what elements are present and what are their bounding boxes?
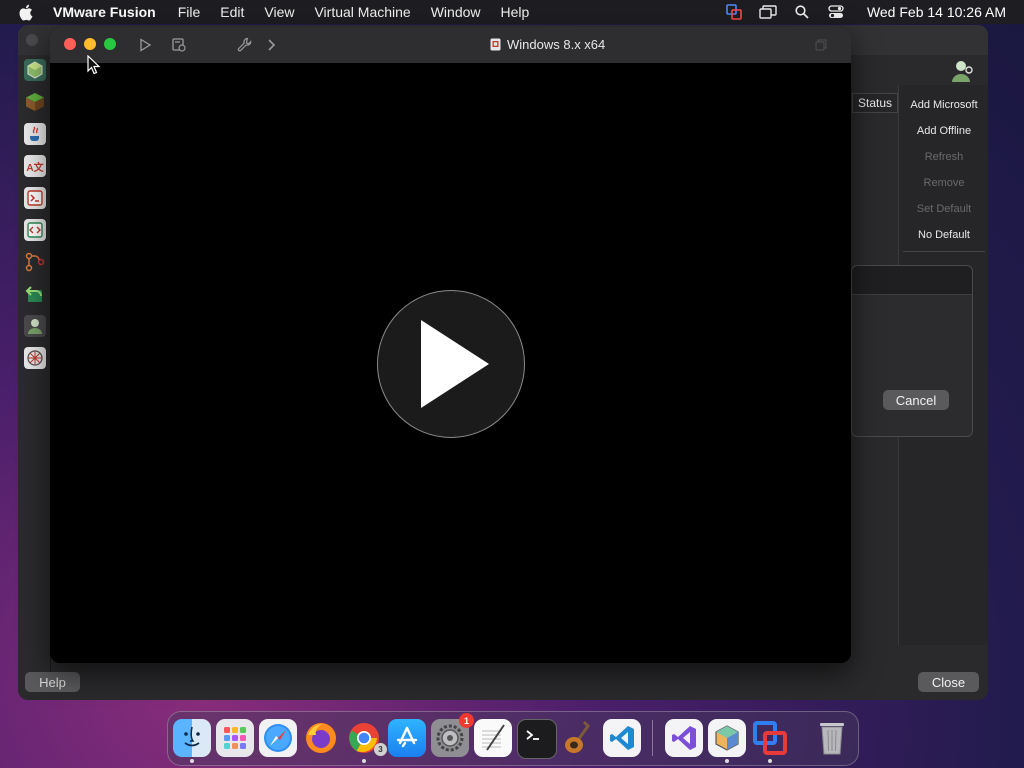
snapshot-icon[interactable]: [170, 36, 188, 54]
settings-wrench-icon[interactable]: [236, 36, 254, 54]
no-default-button[interactable]: No Default: [899, 229, 988, 241]
code-brackets-icon[interactable]: [24, 219, 46, 241]
menu-help[interactable]: Help: [501, 4, 530, 20]
java-icon[interactable]: [24, 123, 46, 145]
vmware-status-icon[interactable]: [725, 4, 743, 20]
undo-arrow-icon[interactable]: [24, 283, 46, 305]
dock-running-indicator: [725, 759, 729, 763]
menu-edit[interactable]: Edit: [220, 4, 244, 20]
cancel-button[interactable]: Cancel: [883, 390, 949, 410]
control-center-icon[interactable]: [827, 4, 845, 20]
dock-trash-icon[interactable]: [813, 719, 851, 757]
dock-finder-icon[interactable]: [173, 719, 211, 757]
vm-window-title: Windows 8.x x64: [490, 37, 605, 52]
user-accounts-icon[interactable]: [24, 315, 46, 337]
vm-console-window: Windows 8.x x64: [50, 27, 851, 663]
dock-firefox-icon[interactable]: [302, 719, 340, 757]
fullscreen-icon[interactable]: [812, 36, 830, 54]
dock-instruments-icon[interactable]: [560, 719, 598, 757]
dock-safari-icon[interactable]: [259, 719, 297, 757]
dock-cube-app-icon[interactable]: [708, 719, 746, 757]
add-offline-button[interactable]: Add Offline: [899, 125, 988, 137]
system-preferences-update-badge: 1: [459, 713, 474, 728]
dock-terminal-icon[interactable]: [517, 719, 557, 759]
screen-mirroring-icon[interactable]: [759, 4, 777, 20]
git-branch-icon[interactable]: [24, 251, 46, 273]
terminal-tool-icon[interactable]: [24, 187, 46, 209]
dock-app-store-icon[interactable]: [388, 719, 426, 757]
vm-window-titlebar: Windows 8.x x64: [50, 27, 851, 63]
help-button[interactable]: Help: [25, 672, 80, 692]
start-vm-icon[interactable]: [136, 36, 154, 54]
window-minimize-button[interactable]: [84, 38, 96, 50]
dialog-header: [852, 266, 972, 295]
menu-virtual-machine[interactable]: Virtual Machine: [314, 4, 410, 20]
close-button[interactable]: Close: [918, 672, 979, 692]
dock: 3 1: [167, 711, 859, 766]
status-header-label: Status: [857, 96, 893, 110]
play-icon: [421, 320, 489, 408]
dock-launchpad-icon[interactable]: [216, 719, 254, 757]
dock-system-preferences-icon[interactable]: 1: [431, 713, 474, 757]
sidebar-tool-icons: A文: [18, 55, 51, 680]
vm-document-icon: [490, 38, 501, 51]
add-microsoft-button[interactable]: Add Microsoft: [899, 99, 988, 111]
window-close-button[interactable]: [64, 38, 76, 50]
power-on-play-button[interactable]: [377, 290, 525, 438]
dock-running-indicator: [190, 759, 194, 763]
remove-button[interactable]: Remove: [899, 177, 988, 189]
dock-separator: [652, 720, 653, 756]
menubar-clock[interactable]: Wed Feb 14 10:26 AM: [867, 4, 1006, 20]
menu-bar: VMware Fusion File Edit View Virtual Mac…: [0, 0, 1024, 24]
spotlight-search-icon[interactable]: [793, 4, 811, 20]
menu-view[interactable]: View: [264, 4, 294, 20]
chrome-window-count-badge: 3: [374, 743, 387, 756]
window-zoom-button[interactable]: [104, 38, 116, 50]
apple-menu-icon[interactable]: [18, 4, 35, 21]
cube-tool-icon[interactable]: [24, 59, 46, 81]
panel-divider: [903, 251, 985, 252]
dock-vmware-fusion-icon[interactable]: [751, 719, 789, 757]
status-column-header[interactable]: Status: [852, 93, 898, 113]
minecraft-block-icon[interactable]: [24, 91, 46, 113]
inactive-close-dot[interactable]: [26, 34, 38, 46]
app-menu-vmware-fusion[interactable]: VMware Fusion: [53, 4, 156, 20]
menu-file[interactable]: File: [178, 4, 201, 20]
refresh-button[interactable]: Refresh: [899, 151, 988, 163]
mouse-pointer-icon: [87, 54, 101, 75]
dock-running-indicator: [768, 759, 772, 763]
user-profile-icon[interactable]: [950, 58, 976, 84]
vm-title-text: Windows 8.x x64: [507, 37, 606, 52]
dialog-sheet: Cancel: [851, 265, 973, 437]
font-translate-icon[interactable]: A文: [24, 155, 46, 177]
dock-running-indicator: [362, 759, 366, 763]
network-globe-icon[interactable]: [24, 347, 46, 369]
dock-textedit-icon[interactable]: [474, 719, 512, 757]
dock-vscode-icon[interactable]: [603, 719, 641, 757]
set-default-button[interactable]: Set Default: [899, 203, 988, 215]
menu-window[interactable]: Window: [431, 4, 481, 20]
chevron-right-icon[interactable]: [262, 36, 280, 54]
dock-visual-studio-icon[interactable]: [665, 719, 703, 757]
dock-chrome-icon[interactable]: 3: [345, 719, 387, 757]
